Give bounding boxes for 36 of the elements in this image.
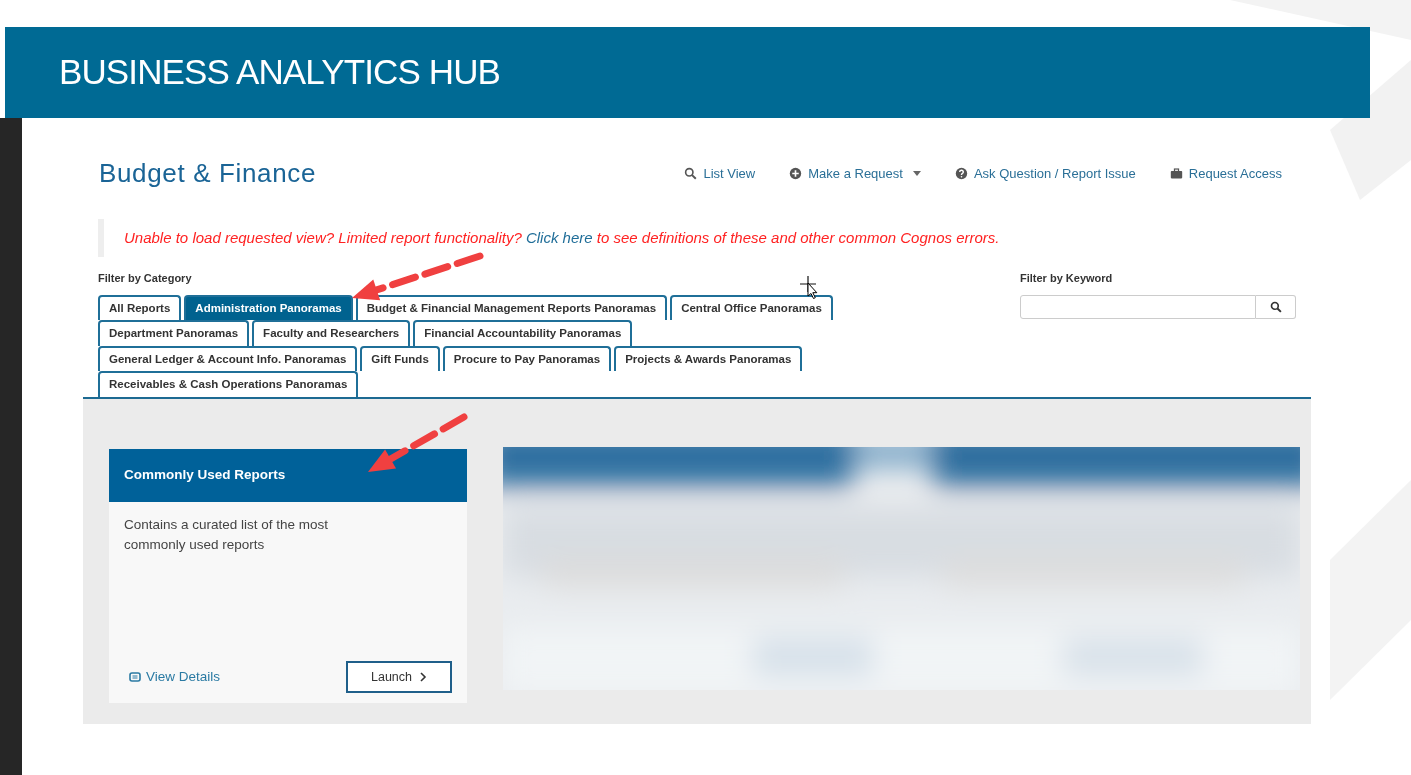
- category-tab[interactable]: Procure to Pay Panoramas: [442, 345, 612, 371]
- nav-link[interactable]: Make a Request: [789, 163, 921, 184]
- filter-label: Filter by Keyword: [1020, 271, 1114, 286]
- category-tab[interactable]: Faculty and Researchers: [252, 320, 411, 346]
- category-tab[interactable]: All Reports: [98, 294, 182, 320]
- page-title: Budget & Finance: [99, 157, 317, 190]
- help-icon: [954, 167, 968, 180]
- briefcase-icon: [1169, 167, 1183, 180]
- cursor-icon: [799, 275, 818, 299]
- category-tab[interactable]: Financial Accountability Panoramas: [413, 320, 633, 346]
- category-tab[interactable]: Receivables & Cash Operations Panoramas: [98, 371, 359, 397]
- search-button[interactable]: [1256, 294, 1296, 319]
- category-tab[interactable]: Department Panoramas: [98, 320, 250, 346]
- category-tab[interactable]: Budget & Financial Management Reports Panoramas: [355, 294, 668, 320]
- category-tab[interactable]: Projects & Awards Panoramas: [614, 345, 803, 371]
- keyword-field[interactable]: [1020, 294, 1256, 319]
- banner-title: BUSINESS ANALYTICS HUB: [59, 51, 501, 94]
- error-notice: Unable to load requested view? Limited report functionality? Click here to see definitions of these and other common Cognos errors.: [124, 227, 1000, 248]
- plus-circle-icon: [789, 167, 803, 180]
- category-tab[interactable]: Gift Funds: [360, 345, 440, 371]
- category-tab[interactable]: Administration Panoramas: [184, 294, 353, 320]
- help-link[interactable]: Click here: [525, 228, 593, 246]
- category-tab[interactable]: Central Office Panoramas: [670, 294, 833, 320]
- nav-link[interactable]: Request Access: [1169, 163, 1282, 184]
- filter-label: Filter by Category: [98, 271, 193, 286]
- card-description: Contains a curated list of the most commonly used reports: [123, 515, 330, 554]
- category-tab[interactable]: General Ledger & Account Info. Panoramas: [98, 345, 358, 371]
- launch-button[interactable]: Launch: [346, 661, 452, 693]
- card-title: Commonly Used Reports: [124, 465, 286, 484]
- search-icon: [1269, 300, 1282, 313]
- view-details-link[interactable]: View Details: [129, 666, 221, 688]
- chevron-right-icon: [420, 672, 427, 682]
- details-icon: [129, 672, 141, 682]
- search-icon: [684, 167, 698, 180]
- nav-link[interactable]: List View: [684, 163, 756, 184]
- nav-link[interactable]: Ask Question / Report Issue: [954, 163, 1136, 184]
